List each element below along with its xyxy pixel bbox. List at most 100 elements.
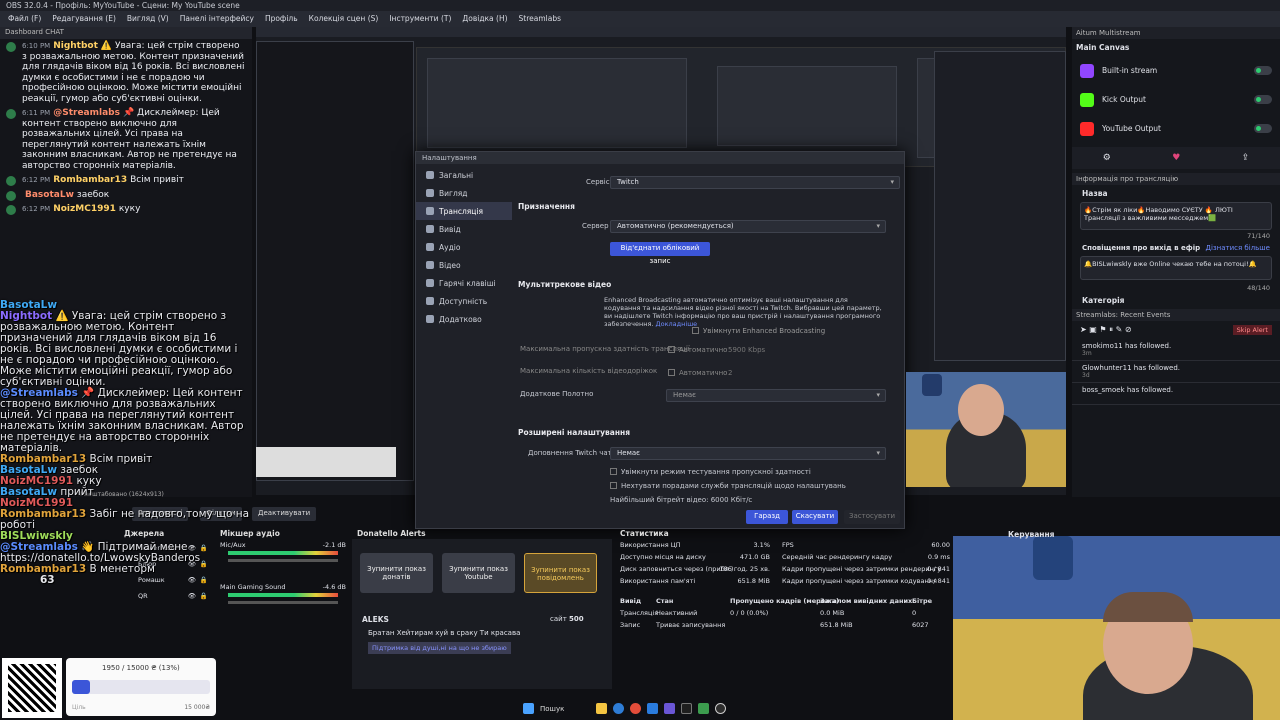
chat-user[interactable]: @Streamlabs bbox=[53, 108, 120, 118]
events-toolbar[interactable]: ➤ ▣ ⚑ ⏸ ✎ ⊘ bbox=[1080, 325, 1132, 335]
app-icon[interactable] bbox=[664, 703, 675, 714]
menu-item[interactable]: Інструменти (T) bbox=[389, 14, 451, 24]
chat-user[interactable]: BasotaLw bbox=[25, 190, 74, 200]
output-name: Built-in stream bbox=[1102, 66, 1158, 75]
category-label: Категорія bbox=[1082, 296, 1125, 305]
output-row[interactable]: Built-in stream bbox=[1072, 56, 1280, 85]
windows-start-icon[interactable] bbox=[523, 703, 534, 714]
menu-item[interactable]: Редагування (E) bbox=[52, 14, 116, 24]
title-input[interactable]: 🔥Стрім як ліки🔥Наводимо СУЄТУ 🔥 ЛЮТІ Тра… bbox=[1080, 202, 1272, 230]
source-item[interactable]: QR 👁 🔒 bbox=[120, 589, 210, 605]
output-row[interactable]: Kick Output bbox=[1072, 85, 1280, 114]
chat-message: 6:10 PM Nightbot ⚠️ Увага: цей стрім створ… bbox=[0, 39, 252, 106]
chat-list[interactable]: 6:10 PM Nightbot ⚠️ Увага: цей стрім створ… bbox=[0, 39, 252, 217]
nested-right-panel bbox=[934, 51, 1066, 361]
ignore-service-checkbox[interactable]: Нехтувати порадами служби трансляцій щод… bbox=[610, 482, 846, 490]
auto-tracks-checkbox[interactable]: Автоматично bbox=[668, 369, 727, 377]
server-select[interactable]: Автоматично (рекомендується) bbox=[610, 220, 886, 233]
overlay-text: 📌 Дисклеймер: Цей контент створено виклю… bbox=[0, 387, 244, 454]
overlay-text: В менеторм bbox=[89, 563, 155, 575]
goal-bar bbox=[72, 680, 210, 694]
explorer-icon[interactable] bbox=[596, 703, 607, 714]
settings-tab[interactable]: Гарячі клавіші bbox=[416, 274, 512, 292]
alert-toggle-button[interactable]: Зупинити показ повідомлень bbox=[524, 553, 597, 593]
chat-user[interactable]: NoizMC1991 bbox=[53, 204, 116, 214]
notify-more-link[interactable]: Дізнатися більше bbox=[1206, 244, 1271, 252]
chat-text: Всім привіт bbox=[130, 175, 184, 185]
settings-tab[interactable]: Аудіо bbox=[416, 238, 512, 256]
overlay-message: Nightbot ⚠️ Увага: цей стрім створено з … bbox=[0, 311, 250, 388]
spreadsheet-icon[interactable] bbox=[698, 703, 709, 714]
deactivate-button[interactable]: Деактивувати bbox=[252, 507, 317, 521]
heart-icon[interactable]: ♥ bbox=[1172, 153, 1180, 163]
service-select[interactable]: Twitch bbox=[610, 176, 900, 189]
settings-tab[interactable]: Додатково bbox=[416, 310, 512, 328]
menu-item[interactable]: Колекція сцен (S) bbox=[309, 14, 379, 24]
donate-qr-code bbox=[2, 658, 62, 718]
auto-bandwidth-checkbox[interactable]: Автоматично bbox=[668, 346, 727, 354]
chat-user[interactable]: Nightbot bbox=[53, 41, 98, 51]
menu-item[interactable]: Профіль bbox=[265, 14, 298, 24]
gear-icon[interactable]: ⚙ bbox=[1103, 153, 1111, 163]
column-header: Стан bbox=[656, 597, 674, 605]
menu-item[interactable]: Вигляд (V) bbox=[127, 14, 169, 24]
chrome-icon[interactable] bbox=[630, 703, 641, 714]
settings-tab-icon bbox=[426, 189, 434, 197]
event-item: boss_smoek has followed. bbox=[1072, 383, 1280, 405]
terminal-icon[interactable] bbox=[681, 703, 692, 714]
tracks-value[interactable]: 2 bbox=[728, 369, 732, 377]
eye-icon[interactable]: 👁 bbox=[188, 592, 196, 600]
qr-code-preview bbox=[256, 447, 396, 477]
extra-canvas-select[interactable]: Немає bbox=[666, 389, 886, 402]
share-icon[interactable]: ⇪ bbox=[1242, 153, 1250, 163]
disconnect-account-button[interactable]: Від'єднати обліковий запис bbox=[610, 242, 710, 265]
stat-row: Доступно місця на диску 471.0 GB bbox=[620, 553, 770, 561]
output-toggle[interactable] bbox=[1254, 95, 1272, 104]
edge-icon[interactable] bbox=[613, 703, 624, 714]
enable-enhanced-checkbox[interactable]: Увімкнути Enhanced Broadcasting bbox=[692, 327, 825, 335]
chat-time: 6:11 PM bbox=[22, 109, 51, 117]
alert-toggle-button[interactable]: Зупинити показ Youtube bbox=[442, 553, 515, 593]
event-item: Glowhunter11 has followed. 3d bbox=[1072, 361, 1280, 383]
stream-info-header: Інформація про трансляцію bbox=[1072, 173, 1280, 185]
chat-message: BasotaLw заебок bbox=[0, 188, 252, 203]
server-label: Сервер bbox=[582, 222, 609, 230]
skip-alert-button[interactable]: Skip Alert bbox=[1232, 325, 1272, 335]
menu-item[interactable]: Файл (F) bbox=[8, 14, 41, 24]
bandwidth-value[interactable]: 5900 Kbps bbox=[728, 346, 765, 354]
taskbar-search[interactable]: Пошук bbox=[540, 705, 590, 713]
bandwidth-test-checkbox[interactable]: Увімкнути режим тестування пропускної зд… bbox=[610, 468, 811, 476]
notify-input[interactable]: 🔔BISLwiwskly вже Online чекаю тебе на по… bbox=[1080, 256, 1272, 280]
obs-icon[interactable] bbox=[715, 703, 726, 714]
stat-row: Кадри пропущені через затримки кодування… bbox=[782, 577, 950, 585]
settings-tab[interactable]: Загальні bbox=[416, 166, 512, 184]
menu-item[interactable]: Довідка (H) bbox=[462, 14, 507, 24]
settings-tab[interactable]: Вивід bbox=[416, 220, 512, 238]
goal-end: 15 000₴ bbox=[184, 704, 210, 711]
chat-message: 6:11 PM @Streamlabs 📌 Дисклеймер: Цей конт… bbox=[0, 106, 252, 173]
output-toggle[interactable] bbox=[1254, 66, 1272, 75]
menu-item[interactable]: Панелі інтерфейсу bbox=[180, 14, 254, 24]
output-toggle[interactable] bbox=[1254, 124, 1272, 133]
learn-more-link[interactable]: Докладніше bbox=[656, 320, 698, 328]
window-title: OBS 32.0.4 - Профіль: MyYouTube - Сцени:… bbox=[0, 0, 1280, 11]
settings-tab[interactable]: Вигляд bbox=[416, 184, 512, 202]
volume-slider[interactable] bbox=[228, 601, 338, 604]
settings-tab[interactable]: Трансляція bbox=[416, 202, 512, 220]
notify-label: Сповіщення про вихід в ефір bbox=[1082, 244, 1201, 252]
platform-icon bbox=[1080, 63, 1094, 78]
mixer-track: Main Gaming Sound -4.6 dB bbox=[220, 583, 348, 625]
output-row[interactable]: YouTube Output bbox=[1072, 114, 1280, 143]
lock-icon[interactable]: 🔒 bbox=[200, 592, 208, 600]
twitch-chat-select[interactable]: Немає bbox=[610, 447, 886, 460]
avatar bbox=[6, 176, 16, 186]
chat-user[interactable]: Rombambar13 bbox=[53, 175, 127, 185]
settings-tab[interactable]: Доступність bbox=[416, 292, 512, 310]
menu-item[interactable]: Streamlabs bbox=[519, 14, 561, 24]
telegram-icon[interactable] bbox=[647, 703, 658, 714]
overlay-message: Rombambar13 Забіг не надовго,тому що на … bbox=[0, 509, 250, 531]
settings-tab[interactable]: Відео bbox=[416, 256, 512, 274]
webcam-preview bbox=[906, 372, 1066, 487]
stat-label: FPS bbox=[782, 541, 794, 549]
alert-toggle-button[interactable]: Зупинити показ донатів bbox=[360, 553, 433, 593]
